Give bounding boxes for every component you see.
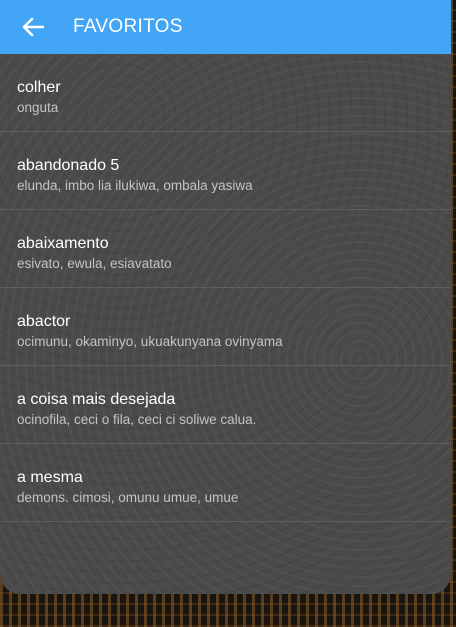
favorite-translation: ocinofila, ceci o fila, ceci ci soliwe c… <box>17 412 257 427</box>
list-item[interactable]: abandonado 5 elunda, imbo lia ilukiwa, o… <box>0 132 451 210</box>
favorite-translation: elunda, imbo lia ilukiwa, ombala yasiwa <box>17 178 253 193</box>
list-item[interactable]: colher onguta <box>0 54 451 132</box>
favorite-word: abactor <box>17 313 71 330</box>
favorite-translation: onguta <box>17 100 59 115</box>
app-bar: FAVORITOS <box>0 0 451 54</box>
list-item[interactable]: a coisa mais desejada ocinofila, ceci o … <box>0 366 451 444</box>
list-item[interactable]: abactor ocimunu, okaminyo, ukuakunyana o… <box>0 288 451 366</box>
favorite-translation: esivato, ewula, esiavatato <box>17 256 172 271</box>
favorite-word: a coisa mais desejada <box>17 391 176 408</box>
favorite-word: a mesma <box>17 469 83 486</box>
arrow-left-icon <box>22 17 44 37</box>
favorite-translation: demons. cimosi, omunu umue, umue <box>17 490 239 505</box>
list-item[interactable]: abaixamento esivato, ewula, esiavatato <box>0 210 451 288</box>
favorite-word: colher <box>17 79 61 96</box>
app-screen: FAVORITOS colher onguta abandonado 5 elu… <box>0 0 451 594</box>
favorite-word: abandonado 5 <box>17 157 120 174</box>
list-item[interactable]: a mesma demons. cimosi, omunu umue, umue <box>0 444 451 522</box>
favorite-word: abaixamento <box>17 235 109 252</box>
favorites-list: colher onguta abandonado 5 elunda, imbo … <box>0 54 451 522</box>
back-button[interactable] <box>17 11 49 43</box>
page-title: FAVORITOS <box>73 16 183 37</box>
favorite-translation: ocimunu, okaminyo, ukuakunyana ovinyama <box>17 334 283 349</box>
